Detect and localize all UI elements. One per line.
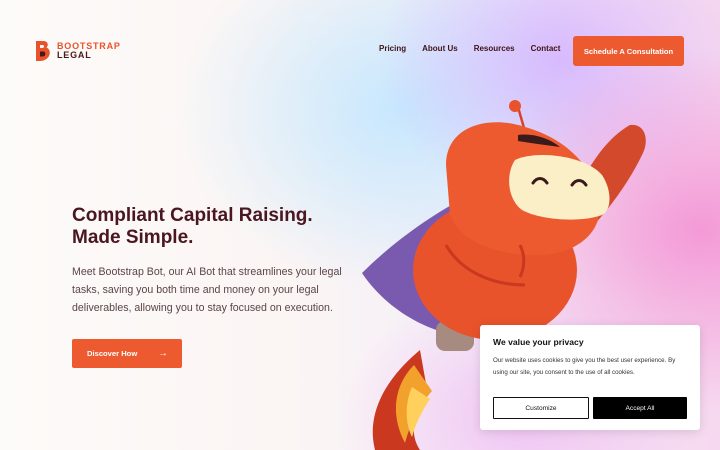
nav-link-pricing[interactable]: Pricing: [379, 44, 406, 53]
cookie-title: We value your privacy: [493, 337, 584, 347]
main-nav: Pricing About Us Resources Contact: [379, 44, 560, 53]
discover-how-label: Discover How: [87, 349, 138, 358]
brand-logo[interactable]: BOOTSTRAP LEGAL: [34, 40, 121, 62]
accept-all-button[interactable]: Accept All: [593, 397, 687, 419]
discover-how-button[interactable]: Discover How →: [72, 339, 182, 368]
nav-link-contact[interactable]: Contact: [531, 44, 561, 53]
brand-line2: LEGAL: [57, 50, 92, 60]
hero-headline: Compliant Capital Raising. Made Simple.: [72, 205, 372, 249]
headline-line2: Made Simple.: [72, 227, 194, 248]
b-monogram-icon: [36, 41, 50, 61]
nav-link-about-us[interactable]: About Us: [422, 44, 458, 53]
cookie-body: Our website uses cookies to give you the…: [493, 357, 676, 377]
customize-button[interactable]: Customize: [493, 397, 589, 419]
arrow-right-icon: →: [158, 348, 168, 359]
cookie-consent-banner: We value your privacy Our website uses c…: [480, 325, 700, 430]
nav-link-resources[interactable]: Resources: [474, 44, 515, 53]
cookie-actions: Customize Accept All: [493, 397, 687, 419]
hero-intro: Meet Bootstrap Bot, our AI Bot that stre…: [72, 266, 342, 314]
schedule-consultation-button[interactable]: Schedule A Consultation: [573, 36, 684, 66]
headline-line1: Compliant Capital Raising.: [72, 205, 313, 226]
site-header: BOOTSTRAP LEGAL Pricing About Us Resourc…: [0, 0, 720, 100]
brand-wordmark: BOOTSTRAP LEGAL: [57, 42, 121, 60]
